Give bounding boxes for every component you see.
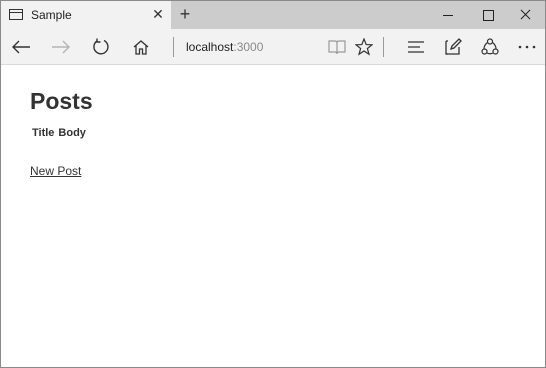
home-icon (133, 40, 149, 55)
page-title: Posts (30, 88, 93, 114)
tab-sample[interactable]: Sample ✕ (1, 1, 171, 29)
refresh-icon (93, 38, 109, 55)
more-button[interactable] (511, 29, 543, 65)
book-icon (328, 40, 346, 55)
maximize-button[interactable] (469, 1, 507, 29)
favorite-button[interactable] (348, 29, 380, 65)
address-host: localhost (186, 40, 234, 54)
toolbar-separator (383, 37, 384, 57)
page-content: Posts Title Body New Post (1, 66, 545, 367)
address-separator (173, 37, 174, 57)
home-button[interactable] (125, 29, 157, 65)
posts-table-header: Title Body (32, 127, 90, 139)
web-note-button[interactable] (437, 29, 469, 65)
close-window-button[interactable] (507, 1, 545, 29)
address-bar[interactable]: localhost:3000 (186, 40, 263, 54)
minimize-button[interactable] (429, 1, 467, 29)
star-icon (355, 38, 373, 56)
browser-window: Sample ✕ + localhost:3000 Posts Title Bo… (0, 0, 546, 368)
hub-button[interactable] (400, 29, 432, 65)
share-button[interactable] (474, 29, 506, 65)
column-header-title: Title (32, 127, 55, 139)
new-tab-icon[interactable]: + (177, 5, 193, 23)
page-icon (9, 9, 23, 20)
pen-note-icon (445, 38, 462, 55)
close-tab-icon[interactable]: ✕ (151, 7, 165, 21)
share-icon (481, 38, 499, 55)
navigation-bar: localhost:3000 (1, 29, 545, 65)
back-button[interactable] (5, 29, 37, 65)
tab-title: Sample (31, 8, 72, 22)
hub-lines-icon (408, 41, 424, 53)
arrow-left-icon (12, 40, 30, 54)
forward-button[interactable] (45, 29, 77, 65)
more-dots-icon (518, 45, 536, 49)
column-header-body: Body (58, 127, 86, 139)
tab-bar: Sample ✕ + (1, 1, 545, 29)
refresh-button[interactable] (85, 29, 117, 65)
new-post-link[interactable]: New Post (30, 164, 81, 178)
address-port: :3000 (233, 40, 264, 54)
arrow-right-icon (52, 40, 70, 54)
